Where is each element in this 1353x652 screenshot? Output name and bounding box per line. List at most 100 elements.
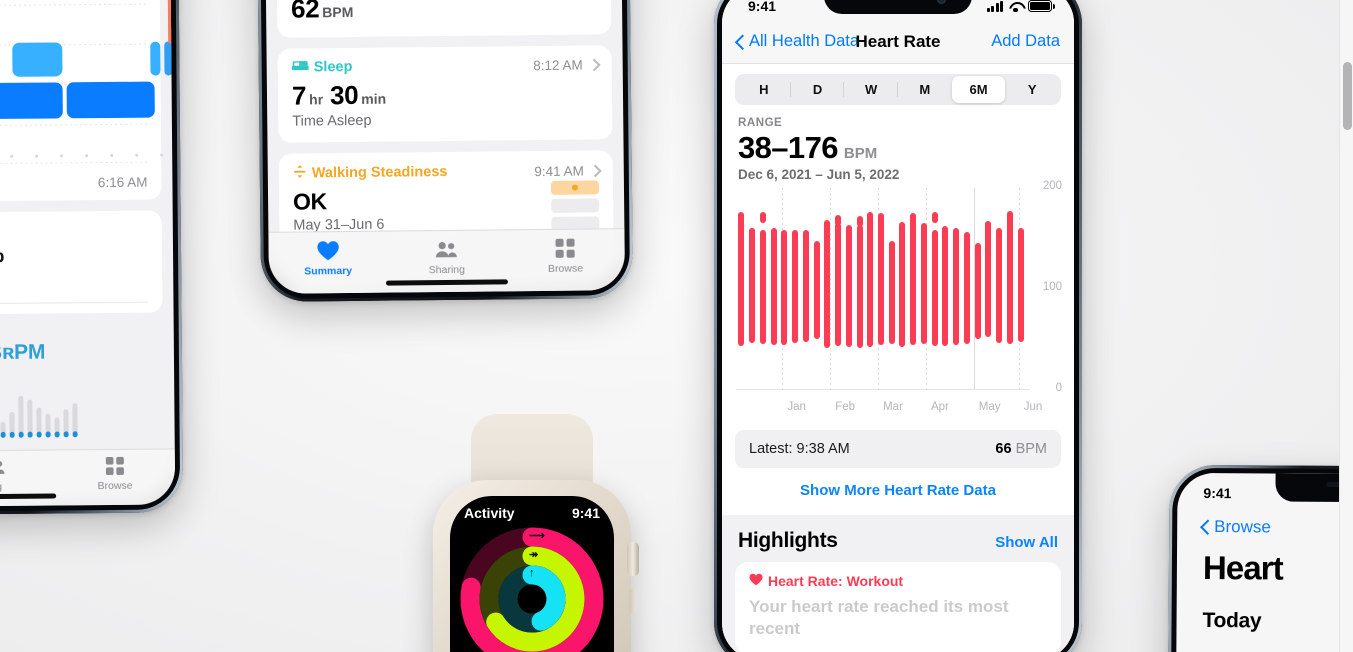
heart-rate-chart[interactable]: 0 100 200 Jan Feb Mar Apr May Jun	[736, 180, 1064, 420]
chevron-right-icon	[590, 58, 598, 71]
page-scrollbar[interactable]	[1339, 0, 1353, 652]
latest-value: 66	[995, 441, 1012, 457]
breathing-bar	[27, 399, 33, 436]
tab-sharing-label: ing	[0, 480, 3, 493]
chart-baseline	[736, 389, 1030, 390]
chart-range-bar	[931, 230, 938, 346]
axis-dot	[110, 154, 114, 158]
chevron-right-icon	[591, 164, 599, 177]
chart-x-tick: Feb	[835, 401, 856, 413]
range-unit: BPM	[843, 145, 878, 162]
sleep-stage-bar	[164, 41, 173, 76]
heart-rate-unit: BPM	[322, 3, 354, 21]
highlights-header: Highlights Show All	[735, 529, 1061, 562]
chart-x-tick: Apr	[930, 401, 949, 413]
chart-x-tick: Jan	[787, 401, 806, 413]
chart-x-tick: Jun	[1023, 401, 1043, 413]
latest-reading-card[interactable]: Latest: 9:38 AM 66 BPM	[735, 430, 1061, 468]
range-value: 38–176	[738, 130, 838, 165]
watch-case: Activity 9:41 ⟶ ↠ ↑	[433, 480, 639, 652]
phone-right-cropped: 9:41 Browse Heart Today	[1166, 464, 1353, 652]
segment-y[interactable]: Y	[1005, 76, 1059, 103]
tab-sharing[interactable]: ing	[0, 454, 55, 493]
chart-range-bar	[899, 228, 906, 347]
sleep-gridline	[0, 162, 150, 166]
chart-range-bar	[942, 226, 949, 346]
tab-sharing-label: Sharing	[428, 263, 465, 276]
chart-plot-area	[736, 188, 1030, 390]
scrollbar-thumb[interactable]	[1343, 62, 1352, 130]
chart-range-bar	[813, 240, 820, 340]
chart-range-bar	[845, 225, 852, 347]
chart-y-axis: 0 100 200	[1030, 180, 1064, 394]
breathing-avg-marker	[72, 431, 78, 438]
tab-browse[interactable]: Browse	[55, 453, 175, 492]
side-button[interactable]	[629, 588, 636, 614]
chart-y-tick: 0	[1055, 382, 1062, 394]
breathing-avg-marker	[36, 431, 42, 438]
sleep-card[interactable]: Sleep 8:12 AM 7 hr 30 min Time Asleep	[277, 45, 613, 143]
digital-crown[interactable]	[627, 542, 639, 576]
highlight-card[interactable]: Heart Rate: Workout Your heart rate reac…	[735, 562, 1061, 652]
segment-d[interactable]: D	[791, 76, 845, 103]
tab-summary[interactable]: Summary	[268, 238, 387, 277]
breathing-avg-marker	[54, 431, 60, 438]
chart-range-bar	[824, 220, 831, 348]
double-arrow-right-icon: ↠	[529, 549, 539, 561]
time-range-segmented-control[interactable]: H D W M 6M Y	[735, 74, 1061, 105]
chart-range-bar	[920, 223, 927, 344]
heart-rate-card[interactable]: 62 BPM	[276, 0, 612, 38]
breathing-rate-chart	[0, 368, 169, 452]
range-dates: Dec 6, 2021 – Jun 5, 2022	[738, 167, 900, 182]
watch-app-title: Activity	[464, 505, 515, 521]
sleep-stage-bar	[66, 82, 155, 119]
insight-line-1: ng rate while asleep	[0, 246, 5, 267]
status-time: 9:41	[1203, 484, 1232, 502]
sleep-stage-bar	[0, 82, 63, 120]
walking-steadiness-card[interactable]: Walking Steadiness 9:41 AM OK May 31–Jun…	[278, 150, 614, 232]
chart-outlier-dot	[802, 230, 809, 242]
people-icon	[0, 454, 55, 479]
chart-range-bar	[770, 228, 777, 345]
breathing-avg-marker	[9, 432, 15, 439]
segment-6m[interactable]: 6M	[951, 76, 1006, 103]
chart-range-bar	[781, 230, 788, 345]
tab-summary-label: Summary	[304, 264, 353, 277]
breathing-avg-marker	[0, 432, 6, 439]
insight-caption: eep	[0, 222, 148, 241]
tab-bar-left: ing Browse	[0, 448, 176, 508]
chart-outlier-dot	[931, 212, 938, 224]
chart-y-tick: 200	[1042, 180, 1062, 192]
show-all-link[interactable]: Show All	[995, 534, 1058, 551]
walking-status-row: OK	[293, 188, 384, 216]
tab-sharing[interactable]: Sharing	[387, 237, 506, 276]
back-button[interactable]: Browse	[1177, 507, 1353, 539]
chevron-left-icon	[1201, 519, 1210, 535]
chart-outlier-dot	[759, 212, 766, 224]
activity-rings[interactable]: ⟶ ↠ ↑	[457, 524, 607, 652]
chart-x-tick: Mar	[883, 401, 903, 413]
sleep-stages-chart: 6:16 AM	[0, 0, 173, 203]
show-more-link[interactable]: Show More Heart Rate Data	[722, 468, 1074, 515]
tab-browse[interactable]: Browse	[506, 236, 625, 275]
segment-m[interactable]: M	[898, 76, 952, 103]
back-button[interactable]: All Health Data	[736, 32, 859, 51]
axis-dot	[10, 155, 14, 159]
sleep-duration: 7 hr 30 min	[292, 77, 598, 111]
insight-line-2: during the last 42	[0, 266, 148, 291]
bed-icon	[291, 59, 309, 75]
chart-y-tick: 100	[1042, 281, 1062, 293]
sleep-insight-card[interactable]: eep ng rate while asleep during the last…	[0, 210, 163, 316]
breathing-avg-marker	[63, 431, 69, 438]
segment-w[interactable]: W	[844, 76, 898, 103]
segment-h[interactable]: H	[737, 76, 791, 103]
add-data-button[interactable]: Add Data	[991, 32, 1060, 51]
breathing-avg-marker	[27, 431, 33, 438]
chart-outlier-dot	[749, 228, 756, 240]
axis-dot	[60, 154, 64, 158]
wifi-icon	[1008, 1, 1023, 12]
chart-range-bar	[867, 212, 874, 347]
chart-range-bar	[888, 240, 895, 344]
axis-dot	[135, 154, 139, 158]
sleep-gridline	[0, 124, 149, 128]
